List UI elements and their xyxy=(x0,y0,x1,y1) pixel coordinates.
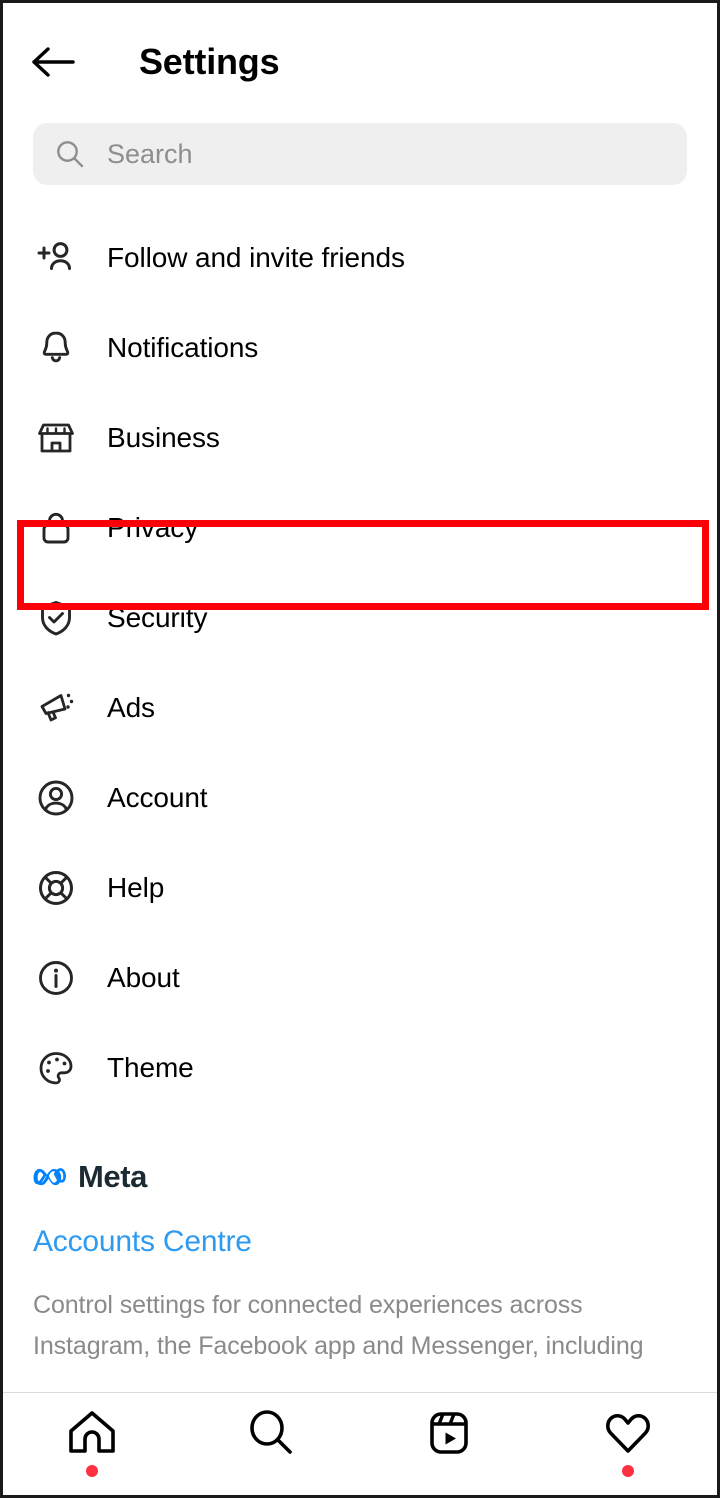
notification-badge xyxy=(86,1465,99,1477)
menu-item-business[interactable]: Business xyxy=(3,393,717,483)
menu-item-about[interactable]: About xyxy=(3,933,717,1023)
reels-icon xyxy=(423,1405,475,1461)
menu-item-privacy[interactable]: Privacy xyxy=(3,483,717,573)
menu-item-help[interactable]: Help xyxy=(3,843,717,933)
page-title: Settings xyxy=(139,41,280,82)
menu-item-theme[interactable]: Theme xyxy=(3,1023,717,1113)
menu-item-label: About xyxy=(107,962,180,993)
search-input[interactable] xyxy=(107,138,665,170)
megaphone-icon xyxy=(33,685,79,731)
palette-icon xyxy=(33,1045,79,1091)
lock-icon xyxy=(33,505,79,551)
menu-item-label: Privacy xyxy=(107,512,199,543)
nav-item-activity[interactable] xyxy=(539,1393,718,1495)
user-circle-icon xyxy=(33,775,79,821)
menu-item-label: Theme xyxy=(107,1052,194,1083)
search-section xyxy=(3,123,717,185)
header: Settings xyxy=(3,3,717,121)
menu-item-label: Notifications xyxy=(107,332,259,363)
menu-item-label: Follow and invite friends xyxy=(107,242,405,273)
menu-item-notifications[interactable]: Notifications xyxy=(3,303,717,393)
menu-item-label: Ads xyxy=(107,692,155,723)
home-icon xyxy=(66,1405,118,1461)
life-ring-icon xyxy=(33,865,79,911)
menu-item-label: Business xyxy=(107,422,220,453)
back-button[interactable] xyxy=(31,36,83,88)
accounts-centre-description: Control settings for connected experienc… xyxy=(33,1291,644,1360)
heart-icon xyxy=(602,1405,654,1461)
meta-infinity-icon xyxy=(33,1165,69,1189)
menu-item-account[interactable]: Account xyxy=(3,753,717,843)
menu-item-label: Help xyxy=(107,872,165,903)
search-bar[interactable] xyxy=(33,123,687,185)
meta-section: Meta Accounts Centre Control settings fo… xyxy=(3,1155,717,1367)
notification-badge xyxy=(621,1465,634,1477)
search-icon xyxy=(55,139,85,169)
info-circle-icon xyxy=(33,955,79,1001)
storefront-icon xyxy=(33,415,79,461)
add-person-icon xyxy=(33,235,79,281)
nav-item-search[interactable] xyxy=(182,1393,361,1495)
meta-wordmark: Meta xyxy=(78,1159,148,1194)
bottom-nav xyxy=(3,1392,717,1495)
accounts-centre-link[interactable]: Accounts Centre xyxy=(33,1225,687,1259)
settings-screen: Settings Follow and invite frien xyxy=(0,0,720,1498)
menu-item-ads[interactable]: Ads xyxy=(3,663,717,753)
nav-item-home[interactable] xyxy=(3,1393,182,1495)
meta-brand: Meta xyxy=(33,1155,687,1199)
bell-icon xyxy=(33,325,79,371)
search-icon xyxy=(245,1405,297,1461)
back-arrow-icon xyxy=(32,47,75,77)
settings-menu: Follow and invite friends Notifications xyxy=(3,213,717,1113)
menu-item-security[interactable]: Security xyxy=(3,573,717,663)
menu-item-label: Account xyxy=(107,782,208,813)
menu-item-follow-and-invite-friends[interactable]: Follow and invite friends xyxy=(3,213,717,303)
nav-item-reels[interactable] xyxy=(360,1393,539,1495)
menu-item-label: Security xyxy=(107,602,208,633)
shield-check-icon xyxy=(33,595,79,641)
